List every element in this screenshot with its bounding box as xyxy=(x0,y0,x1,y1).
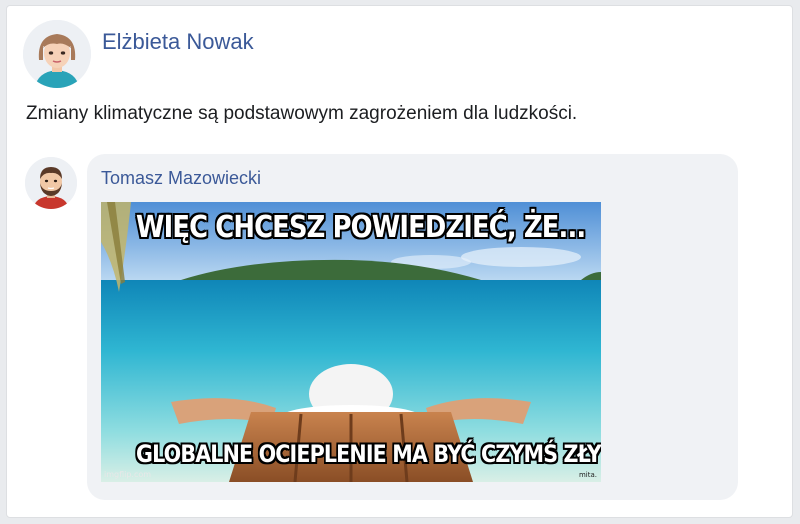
comment-author-name[interactable]: Tomasz Mazowiecki xyxy=(101,168,261,189)
meme-corner-watermark: mita. xyxy=(578,471,597,479)
meme-top-text: WIĘC CHCESZ POWIEDZIEĆ, ŻE... xyxy=(136,210,586,245)
imgflip-watermark: imgflip.com xyxy=(104,470,152,479)
meme-image[interactable]: WIĘC CHCESZ POWIEDZIEĆ, ŻE... GLOBALNE O… xyxy=(101,202,601,482)
man-avatar-icon xyxy=(25,157,77,209)
post-text: Zmiany klimatyczne są podstawowym zagroż… xyxy=(26,103,578,124)
post-author-avatar[interactable] xyxy=(23,20,91,88)
comment-bubble: Tomasz Mazowiecki WIĘC CHCESZ POWIEDZIEĆ… xyxy=(87,154,738,500)
post-card: Elżbieta Nowak Zmiany klimatyczne są pod… xyxy=(6,5,793,518)
woman-avatar-icon xyxy=(23,20,91,88)
post-author-name[interactable]: Elżbieta Nowak xyxy=(102,29,254,55)
meme-bottom-text: GLOBALNE OCIEPLENIE MA BYĆ CZYMŚ ZŁYM xyxy=(136,440,601,468)
comment-author-avatar[interactable] xyxy=(25,157,77,209)
